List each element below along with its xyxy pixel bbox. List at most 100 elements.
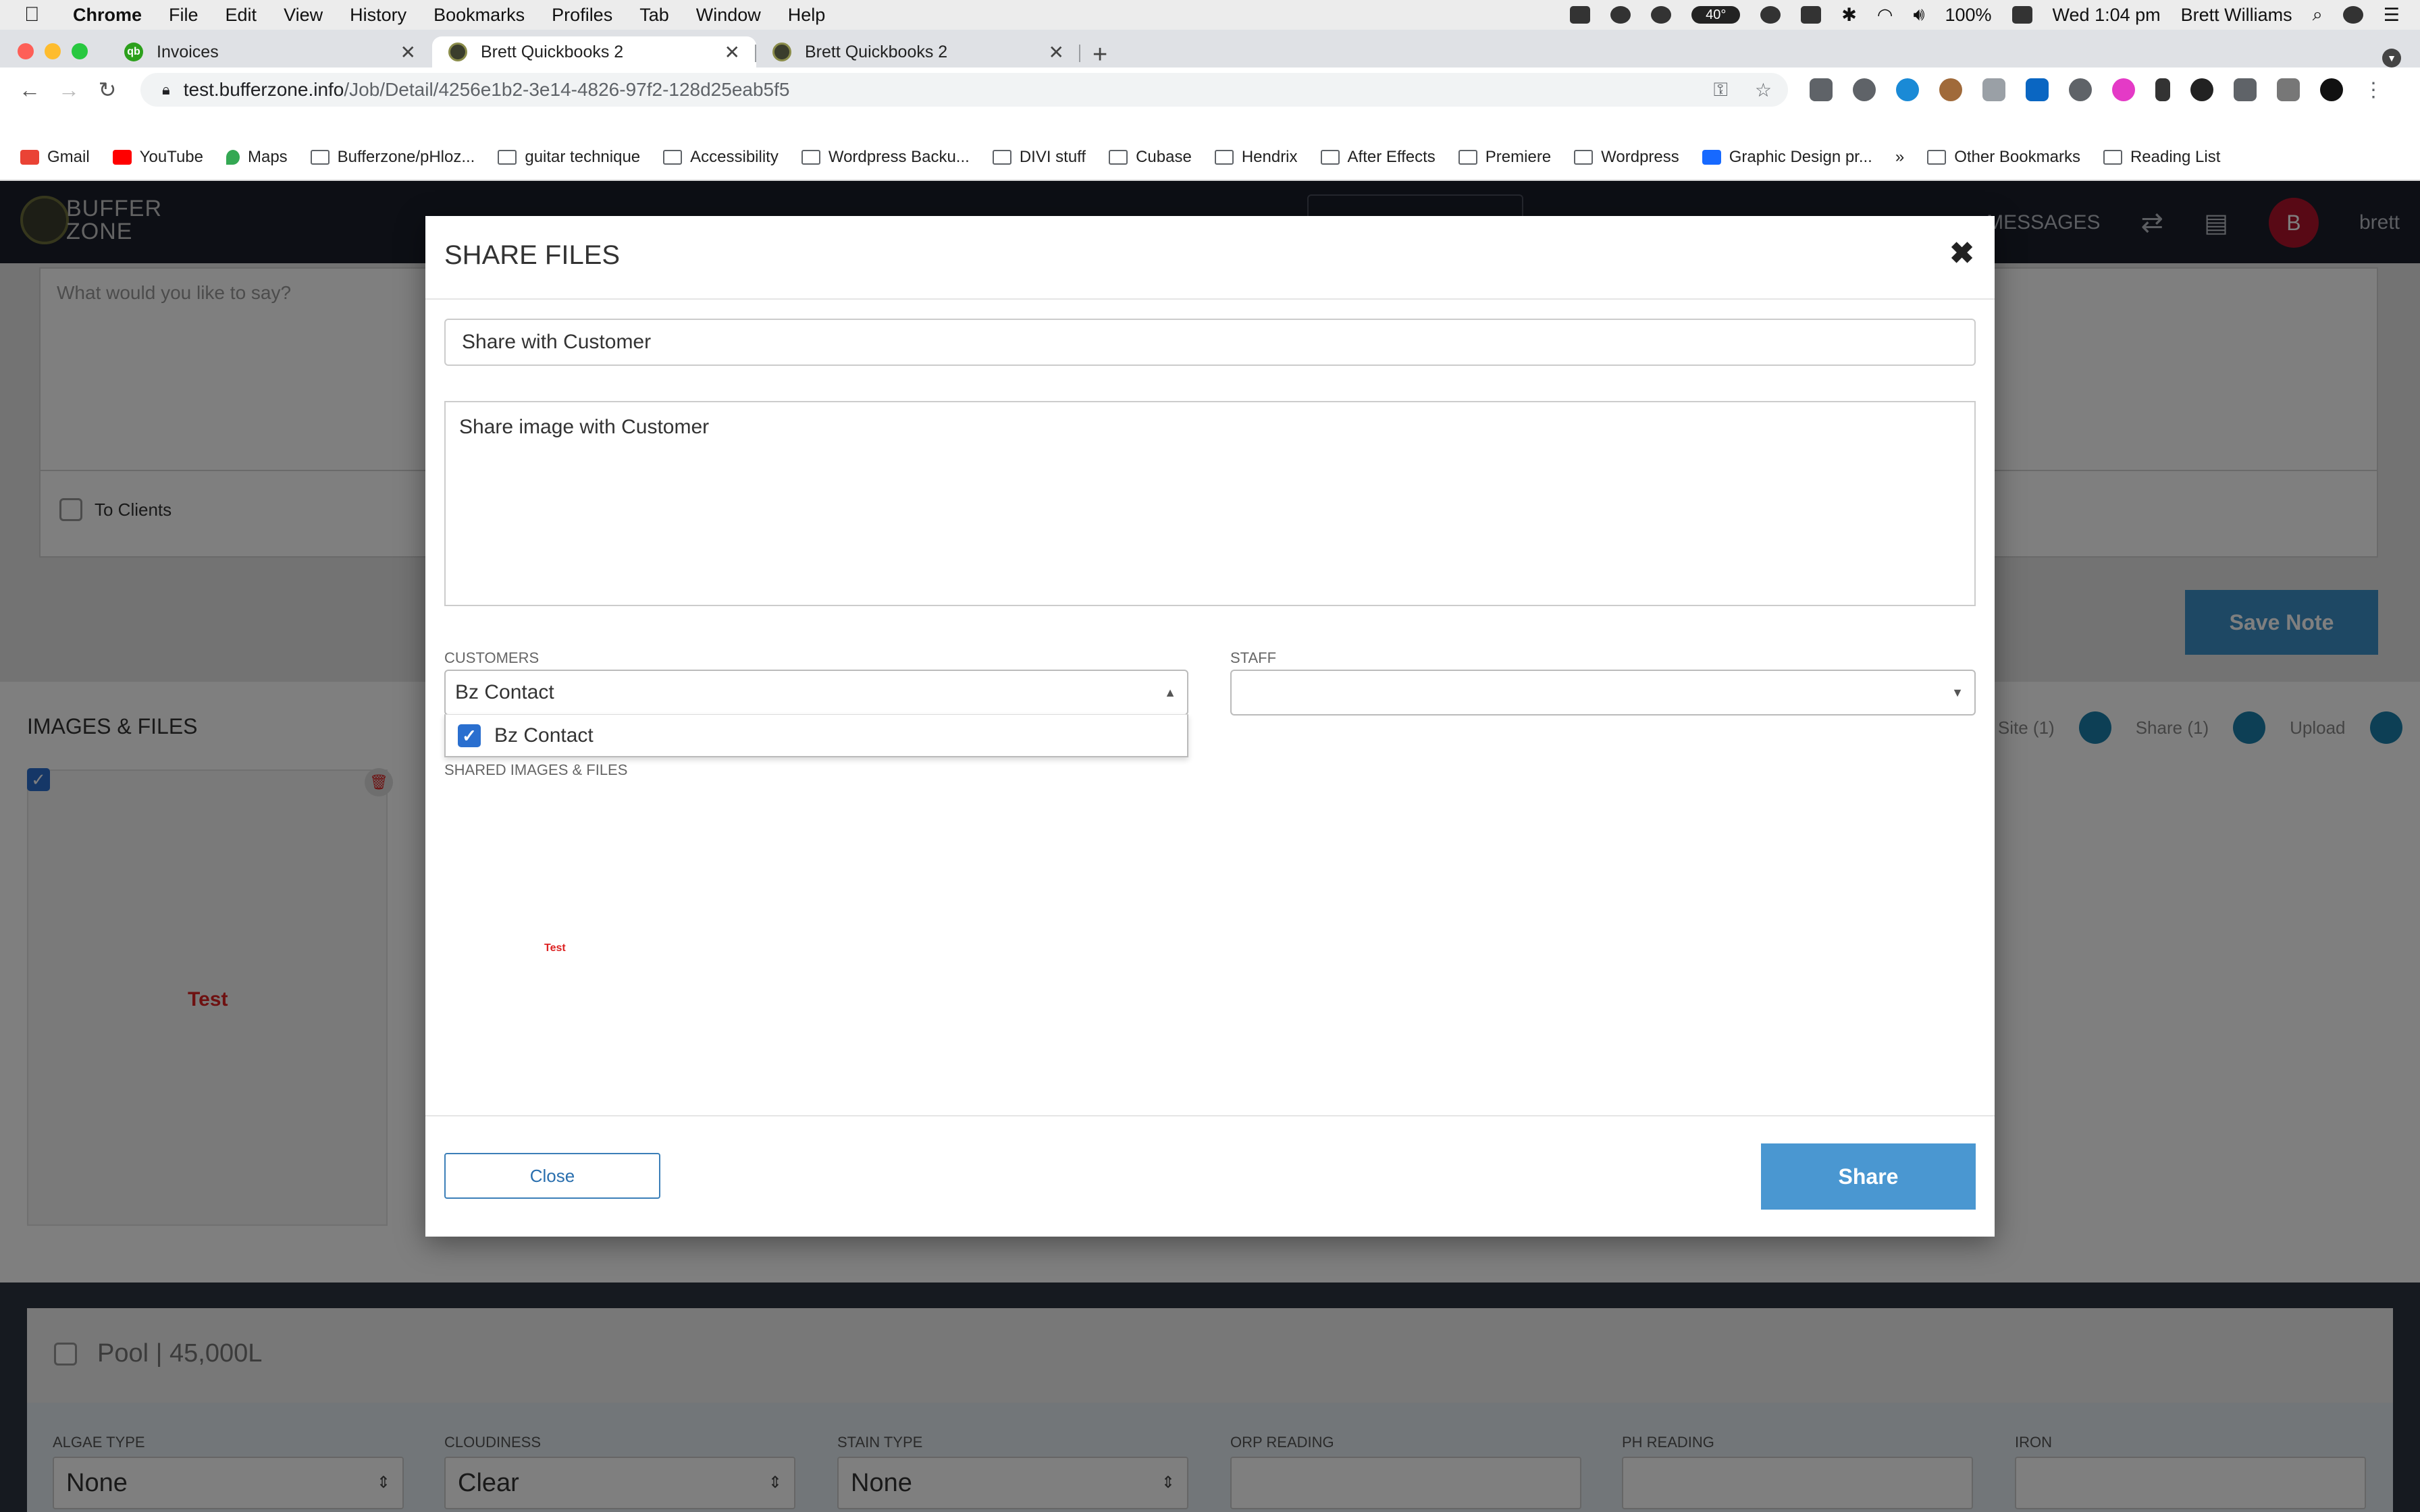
- chrome-menu-icon[interactable]: ⋮: [2363, 78, 2384, 102]
- password-key-icon[interactable]: ⚿: [1714, 79, 1728, 101]
- close-button[interactable]: Close: [444, 1153, 660, 1199]
- wordpress-alt-extension-icon[interactable]: [2069, 78, 2092, 101]
- quickbooks-favicon-icon: qb: [124, 43, 143, 61]
- shared-image-thumbnail[interactable]: Test: [544, 942, 566, 954]
- menu-help[interactable]: Help: [788, 5, 826, 26]
- control-center-icon[interactable]: ☰: [2384, 5, 2400, 26]
- bookmark-folder-other[interactable]: Other Bookmarks: [1927, 148, 2080, 167]
- cookie-extension-icon[interactable]: [1939, 78, 1962, 101]
- battery-icon[interactable]: [2011, 6, 2032, 24]
- tab-brett-quickbooks[interactable]: Brett Quickbooks 2 ✕: [756, 36, 1080, 68]
- bookmark-folder-bufferzone[interactable]: Bufferzone/pHloz...: [310, 148, 475, 167]
- menu-profiles[interactable]: Profiles: [552, 5, 612, 26]
- screenshot-extension-icon[interactable]: [1810, 78, 1833, 101]
- bookmarks-overflow-chevron[interactable]: »: [1895, 148, 1904, 167]
- menubar-clock[interactable]: Wed 1:04 pm: [2053, 5, 2161, 26]
- address-bar[interactable]: 🔒︎ test.bufferzone.info/Job/Detail/4256e…: [140, 73, 1788, 107]
- share-subject-input[interactable]: [444, 319, 1976, 366]
- staff-select[interactable]: ▼: [1230, 670, 1976, 716]
- bookmark-folder-cubase[interactable]: Cubase: [1109, 148, 1192, 167]
- forward-arrow-icon[interactable]: →: [58, 78, 80, 103]
- tab-close-icon[interactable]: ✕: [400, 41, 416, 63]
- siri-icon[interactable]: [2342, 6, 2363, 24]
- customers-dropdown-option[interactable]: ✓ Bz Contact: [444, 714, 1188, 757]
- bookmark-label: Accessibility: [690, 148, 779, 166]
- weather-icon[interactable]: 40°: [1691, 6, 1741, 24]
- gmail-icon: [20, 150, 39, 165]
- wordpress-extension-icon[interactable]: [1853, 78, 1876, 101]
- spotlight-search-icon[interactable]: ⌕: [2313, 4, 2323, 26]
- bookmark-star-icon[interactable]: ☆: [1755, 79, 1772, 101]
- bookmark-folder-hendrix[interactable]: Hendrix: [1214, 148, 1298, 167]
- folder-icon: [1109, 150, 1128, 165]
- new-tab-plus-icon[interactable]: +: [1093, 40, 1107, 70]
- menu-window[interactable]: Window: [696, 5, 761, 26]
- mobile-extension-icon[interactable]: [2155, 78, 2170, 101]
- tab-brett-quickbooks-active[interactable]: Brett Quickbooks 2 ✕: [432, 36, 756, 68]
- tab-title: Invoices: [157, 42, 219, 61]
- reading-list[interactable]: Reading List: [2103, 148, 2220, 167]
- menu-app-name[interactable]: Chrome: [73, 5, 142, 26]
- bookmark-youtube[interactable]: YouTube: [112, 148, 203, 167]
- menubar-user[interactable]: Brett Williams: [2181, 5, 2292, 26]
- menu-file[interactable]: File: [169, 5, 199, 26]
- bookmark-gmail[interactable]: Gmail: [20, 148, 90, 167]
- bookmark-folder-accessibility[interactable]: Accessibility: [663, 148, 779, 167]
- url-path: /Job/Detail/4256e1b2-3e14-4826-97f2-128d…: [344, 79, 790, 100]
- bookmarks-bar: Gmail YouTube Maps Bufferzone/pHloz... g…: [0, 140, 2420, 174]
- tab-invoices[interactable]: qb Invoices ✕: [108, 36, 432, 68]
- bookmark-folder-divi[interactable]: DIVI stuff: [992, 148, 1086, 167]
- linkedin-extension-icon[interactable]: [2026, 78, 2049, 101]
- bookmark-folder-wordpress[interactable]: Wordpress: [1574, 148, 1679, 167]
- bookmark-maps[interactable]: Maps: [226, 148, 288, 167]
- folder-icon: [1574, 150, 1594, 165]
- bluetooth-icon[interactable]: ✱: [1841, 5, 1857, 26]
- option-checkbox[interactable]: ✓: [458, 724, 481, 747]
- bookmark-label: Hendrix: [1241, 148, 1298, 166]
- share-message-textarea[interactable]: Share image with Customer: [444, 401, 1976, 606]
- bookmark-folder-wordpress-backup[interactable]: Wordpress Backu...: [801, 148, 970, 167]
- bookmark-folder-guitar[interactable]: guitar technique: [498, 148, 640, 167]
- battery-percent[interactable]: 100%: [1945, 5, 1991, 26]
- bookmark-folder-after-effects[interactable]: After Effects: [1320, 148, 1436, 167]
- menu-view[interactable]: View: [284, 5, 323, 26]
- bookmark-label: Wordpress Backu...: [828, 148, 970, 166]
- window-close-button[interactable]: [18, 43, 34, 59]
- color-picker-extension-icon[interactable]: [2112, 78, 2135, 101]
- apple-icon[interactable]: : [24, 3, 53, 26]
- extensions-puzzle-icon[interactable]: [2234, 78, 2257, 101]
- dark-mode-extension-icon[interactable]: [2190, 78, 2213, 101]
- skype-extension-icon[interactable]: [1896, 78, 1919, 101]
- dropbox-icon[interactable]: [1570, 6, 1591, 24]
- layout-extension-icon[interactable]: [1982, 78, 2005, 101]
- menu-bookmarks[interactable]: Bookmarks: [433, 5, 525, 26]
- window-minimize-button[interactable]: [45, 43, 61, 59]
- menu-history[interactable]: History: [350, 5, 406, 26]
- close-icon[interactable]: ✖: [1949, 236, 1974, 271]
- volume-icon[interactable]: 🔊︎: [1913, 4, 1924, 26]
- window-zoom-button[interactable]: [72, 43, 88, 59]
- customers-select[interactable]: Bz Contact ▲: [444, 670, 1188, 716]
- cast-icon[interactable]: [2277, 78, 2300, 101]
- creative-cloud-icon[interactable]: [1651, 6, 1672, 24]
- menu-tab[interactable]: Tab: [639, 5, 669, 26]
- time-machine-icon[interactable]: [1760, 6, 1781, 24]
- bookmark-graphic-design[interactable]: Graphic Design pr...: [1702, 148, 1872, 167]
- tab-search-chevron-icon[interactable]: ▼: [2382, 49, 2401, 68]
- tab-close-icon[interactable]: ✕: [725, 41, 740, 63]
- back-arrow-icon[interactable]: ←: [19, 78, 41, 103]
- youtube-icon: [112, 150, 132, 165]
- profile-avatar-icon[interactable]: [2320, 78, 2343, 101]
- tab-close-icon[interactable]: ✕: [1049, 41, 1064, 63]
- lock-icon[interactable]: 🔒︎: [162, 81, 170, 99]
- bookmark-folder-premiere[interactable]: Premiere: [1458, 148, 1551, 167]
- caret-up-icon: ▲: [1164, 686, 1176, 699]
- share-button[interactable]: Share: [1761, 1143, 1976, 1210]
- reload-icon[interactable]: ↻: [97, 77, 117, 103]
- wordpress-status-icon[interactable]: [1610, 6, 1631, 24]
- behance-icon: [1702, 150, 1721, 165]
- menu-edit[interactable]: Edit: [226, 5, 257, 26]
- folder-icon: [498, 150, 517, 165]
- wifi-icon[interactable]: ◠: [1877, 5, 1893, 26]
- airplay-icon[interactable]: [1801, 6, 1822, 24]
